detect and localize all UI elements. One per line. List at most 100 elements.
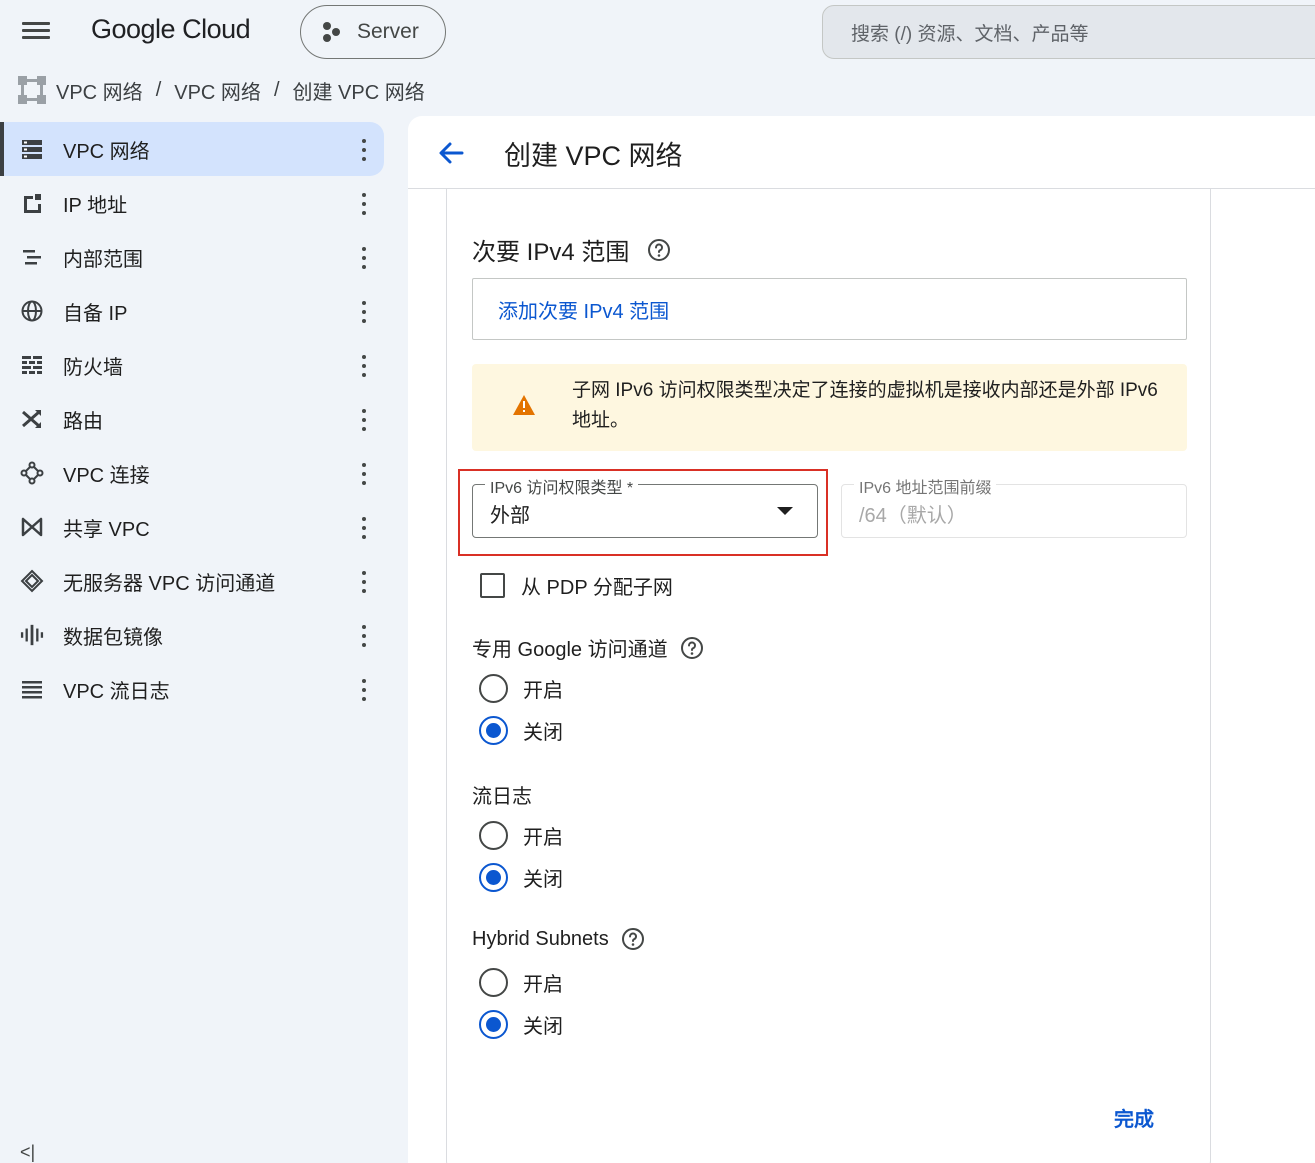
sidebar-item-label: 内部范围 [63,248,143,271]
project-picker-button[interactable]: Server [300,5,446,59]
packet-mirroring-icon [20,623,44,647]
internal-ranges-icon [20,245,44,269]
private-google-access-on-radio[interactable]: 开启 [479,674,563,703]
more-vert-icon[interactable] [360,625,368,647]
sidebar-item-firewall[interactable]: 防火墙 [0,338,384,392]
warning-icon [513,395,535,415]
more-vert-icon[interactable] [360,301,368,323]
sidebar-item-ip-address[interactable]: IP 地址 [0,176,384,230]
sidebar-item-internal-ranges[interactable]: 内部范围 [0,230,384,284]
pdp-checkbox[interactable] [480,573,505,598]
main-panel: 创建 VPC 网络 次要 IPv4 范围 添加次要 IPv4 范围 子网 IPv… [408,116,1315,1163]
hybrid-subnets-title-text: Hybrid Subnets [472,927,609,950]
ipv6-access-type-value: 外部 [490,505,530,527]
radio-label: 关闭 [523,869,563,891]
flow-logs-off-radio[interactable]: 关闭 [479,863,563,892]
search-placeholder: 搜索 (/) 资源、文档、产品等 [851,23,1089,45]
dropdown-arrow-icon [777,507,793,515]
sidebar-item-label: 防火墙 [63,356,123,379]
radio-button[interactable] [479,968,508,997]
radio-label: 开启 [523,974,563,996]
private-google-access-title: 专用 Google 访问通道 [472,633,704,662]
sidebar-item-label: VPC 流日志 [63,680,170,703]
more-vert-icon[interactable] [360,193,368,215]
secondary-ranges-title: 次要 IPv4 范围 [472,232,671,267]
breadcrumb-separator: / [273,78,280,101]
connectivity-icon [20,461,44,485]
help-icon[interactable] [680,636,704,660]
radio-label: 开启 [523,680,563,702]
sidebar-item-label: 数据包镜像 [63,626,163,649]
sidebar-item-label: VPC 网络 [63,140,150,163]
ipv6-access-type-select[interactable]: IPv6 访问权限类型 * 外部 [472,474,818,538]
flow-logs-on-radio[interactable]: 开启 [479,821,563,850]
hybrid-subnets-on-radio[interactable]: 开启 [479,968,563,997]
hybrid-subnets-off-radio[interactable]: 关闭 [479,1010,563,1039]
collapse-sidebar-icon[interactable]: <| [20,1142,35,1163]
back-arrow-icon[interactable] [434,136,468,170]
more-vert-icon[interactable] [360,355,368,377]
sidebar-item-label: IP 地址 [63,194,128,217]
routes-icon [20,407,44,431]
sidebar-item-shared-vpc[interactable]: 共享 VPC [0,500,384,554]
firewall-icon [20,353,44,377]
more-vert-icon[interactable] [360,409,368,431]
more-vert-icon[interactable] [360,463,368,485]
menu-icon[interactable] [22,18,62,46]
secondary-ranges-title-text: 次要 IPv4 范围 [472,239,630,266]
breadcrumb-separator: / [155,78,162,101]
breadcrumb-item-current: 创建 VPC 网络 [292,81,425,104]
ipv6-prefix-field: IPv6 地址范围前缀 /64（默认） [841,474,1187,538]
warning-text: 子网 IPv6 访问权限类型决定了连接的虚拟机是接收内部还是外部 IPv6 地址… [572,380,1158,431]
add-secondary-range-label: 添加次要 IPv4 范围 [498,300,670,323]
top-bar: Google Cloud Server 搜索 (/) 资源、文档、产品等 [0,0,1315,62]
serverless-icon [20,569,44,593]
sidebar-item-label: 自备 IP [63,302,128,325]
more-vert-icon[interactable] [360,517,368,539]
breadcrumb: VPC 网络 / VPC 网络 / 创建 VPC 网络 [16,72,425,108]
sidebar-item-routes[interactable]: 路由 [0,392,384,446]
subnet-form-card: 次要 IPv4 范围 添加次要 IPv4 范围 子网 IPv6 访问权限类型决定… [446,189,1211,1163]
search-input[interactable]: 搜索 (/) 资源、文档、产品等 [822,5,1315,59]
sidebar-item-label: 路由 [63,410,103,433]
page-header: 创建 VPC 网络 [408,116,1315,189]
google-cloud-logo[interactable]: Google Cloud [91,14,251,45]
project-icon [323,22,340,42]
radio-button-checked[interactable] [479,716,508,745]
more-vert-icon[interactable] [360,571,368,593]
more-vert-icon[interactable] [360,679,368,701]
ip-address-icon [20,191,44,215]
ipv6-warning-banner: 子网 IPv6 访问权限类型决定了连接的虚拟机是接收内部还是外部 IPv6 地址… [472,364,1187,451]
help-icon[interactable] [647,238,671,262]
private-google-access-off-radio[interactable]: 关闭 [479,716,563,745]
page-title: 创建 VPC 网络 [504,141,683,171]
sidebar-item-vpc-connectivity[interactable]: VPC 连接 [0,446,384,500]
sidebar-item-vpc-flow-logs[interactable]: VPC 流日志 [0,662,384,716]
add-secondary-range-button[interactable]: 添加次要 IPv4 范围 [472,278,1187,340]
radio-button-checked[interactable] [479,863,508,892]
breadcrumb-item[interactable]: VPC 网络 [56,76,143,105]
radio-button[interactable] [479,821,508,850]
vpc-network-icon [18,76,46,104]
ipv6-prefix-value: /64（默认） [859,505,967,527]
radio-button[interactable] [479,674,508,703]
sidebar-item-vpc-network[interactable]: VPC 网络 [0,122,384,176]
sidebar: VPC 网络 IP 地址 内部范围 自备 IP 防火墙 路由 VPC 连接 共享… [0,122,408,1163]
hybrid-subnets-title: Hybrid Subnets [472,927,645,951]
breadcrumb-item[interactable]: VPC 网络 [174,76,261,105]
more-vert-icon[interactable] [360,247,368,269]
radio-label: 开启 [523,827,563,849]
globe-icon [20,299,44,323]
sidebar-item-byoip[interactable]: 自备 IP [0,284,384,338]
sidebar-item-label: 共享 VPC [63,518,150,541]
sidebar-item-serverless-vpc-access[interactable]: 无服务器 VPC 访问通道 [0,554,384,608]
more-vert-icon[interactable] [360,139,368,161]
help-icon[interactable] [621,927,645,951]
radio-label: 关闭 [523,1016,563,1038]
done-button[interactable]: 完成 [1114,1103,1154,1132]
ipv6-prefix-label: IPv6 地址范围前缀 [854,474,997,498]
pdp-checkbox-row[interactable]: 从 PDP 分配子网 [480,571,673,600]
sidebar-item-label: 无服务器 VPC 访问通道 [63,572,276,595]
sidebar-item-packet-mirroring[interactable]: 数据包镜像 [0,608,384,662]
radio-button-checked[interactable] [479,1010,508,1039]
